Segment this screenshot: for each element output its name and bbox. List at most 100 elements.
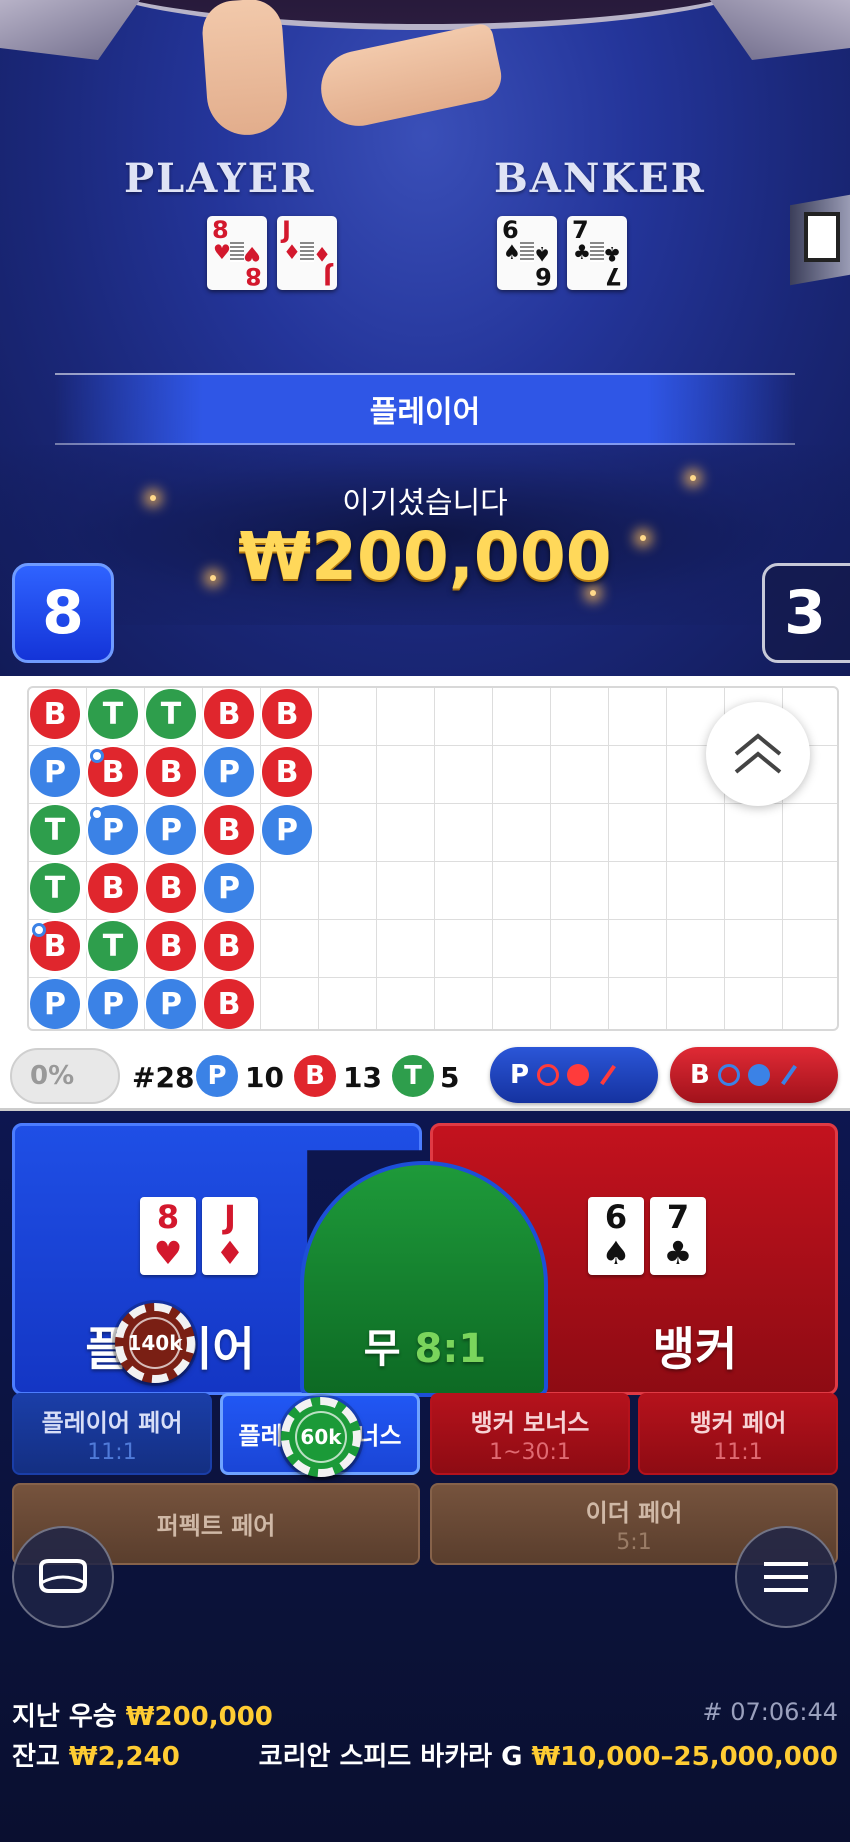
- ring-icon: [537, 1064, 560, 1086]
- collapse-roadmap-button[interactable]: [706, 702, 810, 806]
- player-side-title: PLAYER: [124, 155, 316, 202]
- app-root: PLAYER BANKER 8 ♥ 8 ♥ J ♦ J ♦ 6 ♠ 6 ♠ 7 ♣ 7 ♣ 플레…: [0, 0, 850, 1842]
- player-pair-bet[interactable]: 플레이어 페어 11:1: [12, 1393, 212, 1475]
- banker-bonus-bet[interactable]: 뱅커 보너스 1~30:1: [430, 1393, 630, 1475]
- player-bet-chip[interactable]: 140k: [115, 1303, 195, 1383]
- round-number: #28: [132, 1061, 195, 1094]
- dealer-hand-right: [314, 22, 506, 133]
- side-bet-odds: 1~30:1: [489, 1440, 571, 1465]
- chip-value: 60k: [295, 1411, 347, 1463]
- side-bet-label: 퍼펙트 페어: [156, 1511, 276, 1540]
- bead-B: B: [86, 861, 140, 915]
- betting-panel: 8♥ J♦ 6♠ 7♣ 플레이어 무 8:1 뱅커 140k 플레이어 페어 1…: [0, 1111, 850, 1842]
- banker-score: 3: [762, 563, 850, 663]
- side-bet-odds: 11:1: [713, 1440, 763, 1465]
- bead-B: B: [260, 745, 314, 799]
- side-bet-label: 뱅커 보너스: [470, 1409, 590, 1437]
- table-edge-right: [710, 0, 850, 60]
- bead-P: P: [29, 977, 82, 1029]
- banker-pair-bet[interactable]: 뱅커 페어 11:1: [638, 1393, 838, 1475]
- dot-icon: [747, 1064, 770, 1086]
- bead-P: P: [144, 977, 198, 1029]
- win-message: 이기셨습니다: [342, 486, 508, 521]
- banker-bet-card-2: 7 ♣: [650, 1197, 706, 1275]
- balance: 잔고 ₩2,240: [12, 1736, 180, 1773]
- banker-bet-label: 뱅커: [652, 1322, 738, 1376]
- bead-T: T: [86, 688, 140, 741]
- ask-player-button[interactable]: P: [490, 1047, 658, 1103]
- tie-odds: 8:1: [414, 1326, 487, 1372]
- menu-button[interactable]: [735, 1526, 837, 1628]
- bead-P: P: [86, 977, 140, 1029]
- lobby-icon: [39, 1559, 87, 1593]
- bead-B: B: [86, 745, 140, 799]
- balance-label: 잔고: [12, 1742, 60, 1772]
- bead-P: P: [202, 861, 256, 915]
- tie-bet-label: 무 8:1: [310, 1316, 540, 1374]
- side-bet-label: 뱅커 페어: [689, 1409, 787, 1437]
- table-name: 코리안 스피드 바카라 G: [258, 1742, 523, 1772]
- player-count-badge: P: [196, 1055, 238, 1097]
- bead-P: P: [144, 803, 198, 857]
- bead-T: T: [86, 919, 140, 973]
- winner-banner: 플레이어: [55, 373, 795, 445]
- bead-P: P: [202, 745, 256, 799]
- side-bet-label: 플레이어 페어: [41, 1409, 183, 1437]
- tie-label-text: 무: [363, 1326, 401, 1372]
- predict-percent-toggle[interactable]: 0%: [10, 1048, 120, 1104]
- bead-B: B: [144, 861, 198, 915]
- bead-B: B: [29, 919, 82, 973]
- side-bet-odds: 5:1: [616, 1530, 652, 1555]
- live-video-feed: PLAYER BANKER 8 ♥ 8 ♥ J ♦ J ♦ 6 ♠ 6 ♠ 7 ♣ 7 ♣ 플레…: [0, 0, 850, 676]
- side-bet-label: 이더 페어: [585, 1499, 683, 1527]
- bet-limits: ₩10,000–25,000,000: [531, 1742, 839, 1772]
- ask-banker-button[interactable]: B: [670, 1047, 838, 1103]
- banker-bet-card-1: 6 ♠: [588, 1197, 644, 1275]
- banker-count-badge: B: [294, 1055, 336, 1097]
- win-amount: ₩200,000: [238, 518, 612, 595]
- player-bet-card-1: 8 ♥: [140, 1197, 196, 1275]
- player-score: 8: [12, 563, 114, 663]
- banker-count: 13: [343, 1061, 382, 1094]
- winner-label: 플레이어: [369, 395, 481, 430]
- player-bonus-chip[interactable]: 60k: [281, 1397, 361, 1477]
- ring-icon: [717, 1064, 740, 1086]
- stats-bar: 0% #28 P 10 B 13 T 5 P B: [0, 1041, 850, 1111]
- table-edge-left: [0, 0, 140, 60]
- double-chevron-up-icon: [734, 733, 782, 774]
- bead-B: B: [202, 977, 256, 1029]
- balance-amount: ₩2,240: [68, 1742, 180, 1772]
- chip-value: 140k: [127, 1317, 183, 1369]
- bead-B: B: [144, 919, 198, 973]
- pair-marker: [90, 749, 104, 763]
- last-win-label: 지난 우승: [12, 1702, 117, 1732]
- bead-B: B: [202, 919, 256, 973]
- chat-button[interactable]: [12, 1526, 114, 1628]
- dealer-table-rim: [70, 0, 780, 30]
- card-shoe-card: [804, 212, 840, 262]
- slash-icon: [600, 1064, 617, 1086]
- banker-card-1: 6 ♠ 6 ♠: [497, 216, 557, 290]
- player-bet-card-2: J ♦: [202, 1197, 258, 1275]
- pair-marker: [90, 807, 104, 821]
- dealer-hand-left: [200, 0, 290, 138]
- ask-player-label: P: [510, 1060, 530, 1090]
- tie-count-badge: T: [392, 1055, 434, 1097]
- banker-card-2: 7 ♣ 7 ♣: [567, 216, 627, 290]
- clock: # 07:06:44: [702, 1698, 838, 1726]
- bead-road[interactable]: BPTTBPTBPBTPTBPBBPBPBPBBBBP: [0, 676, 850, 1041]
- bead-P: P: [260, 803, 314, 857]
- bead-P: P: [29, 745, 82, 799]
- table-info: 코리안 스피드 바카라 G ₩10,000–25,000,000: [259, 1736, 838, 1773]
- slash-icon: [780, 1064, 797, 1086]
- player-card-2: J ♦ J ♦: [277, 216, 337, 290]
- ask-banker-label: B: [690, 1060, 710, 1090]
- bead-B: B: [29, 688, 82, 741]
- bead-P: P: [86, 803, 140, 857]
- banker-side-title: BANKER: [494, 155, 706, 202]
- last-win-amount: ₩200,000: [125, 1702, 273, 1732]
- bead-T: T: [29, 861, 82, 915]
- bead-B: B: [260, 688, 314, 741]
- last-win: 지난 우승 ₩200,000: [12, 1696, 273, 1733]
- player-card-1: 8 ♥ 8 ♥: [207, 216, 267, 290]
